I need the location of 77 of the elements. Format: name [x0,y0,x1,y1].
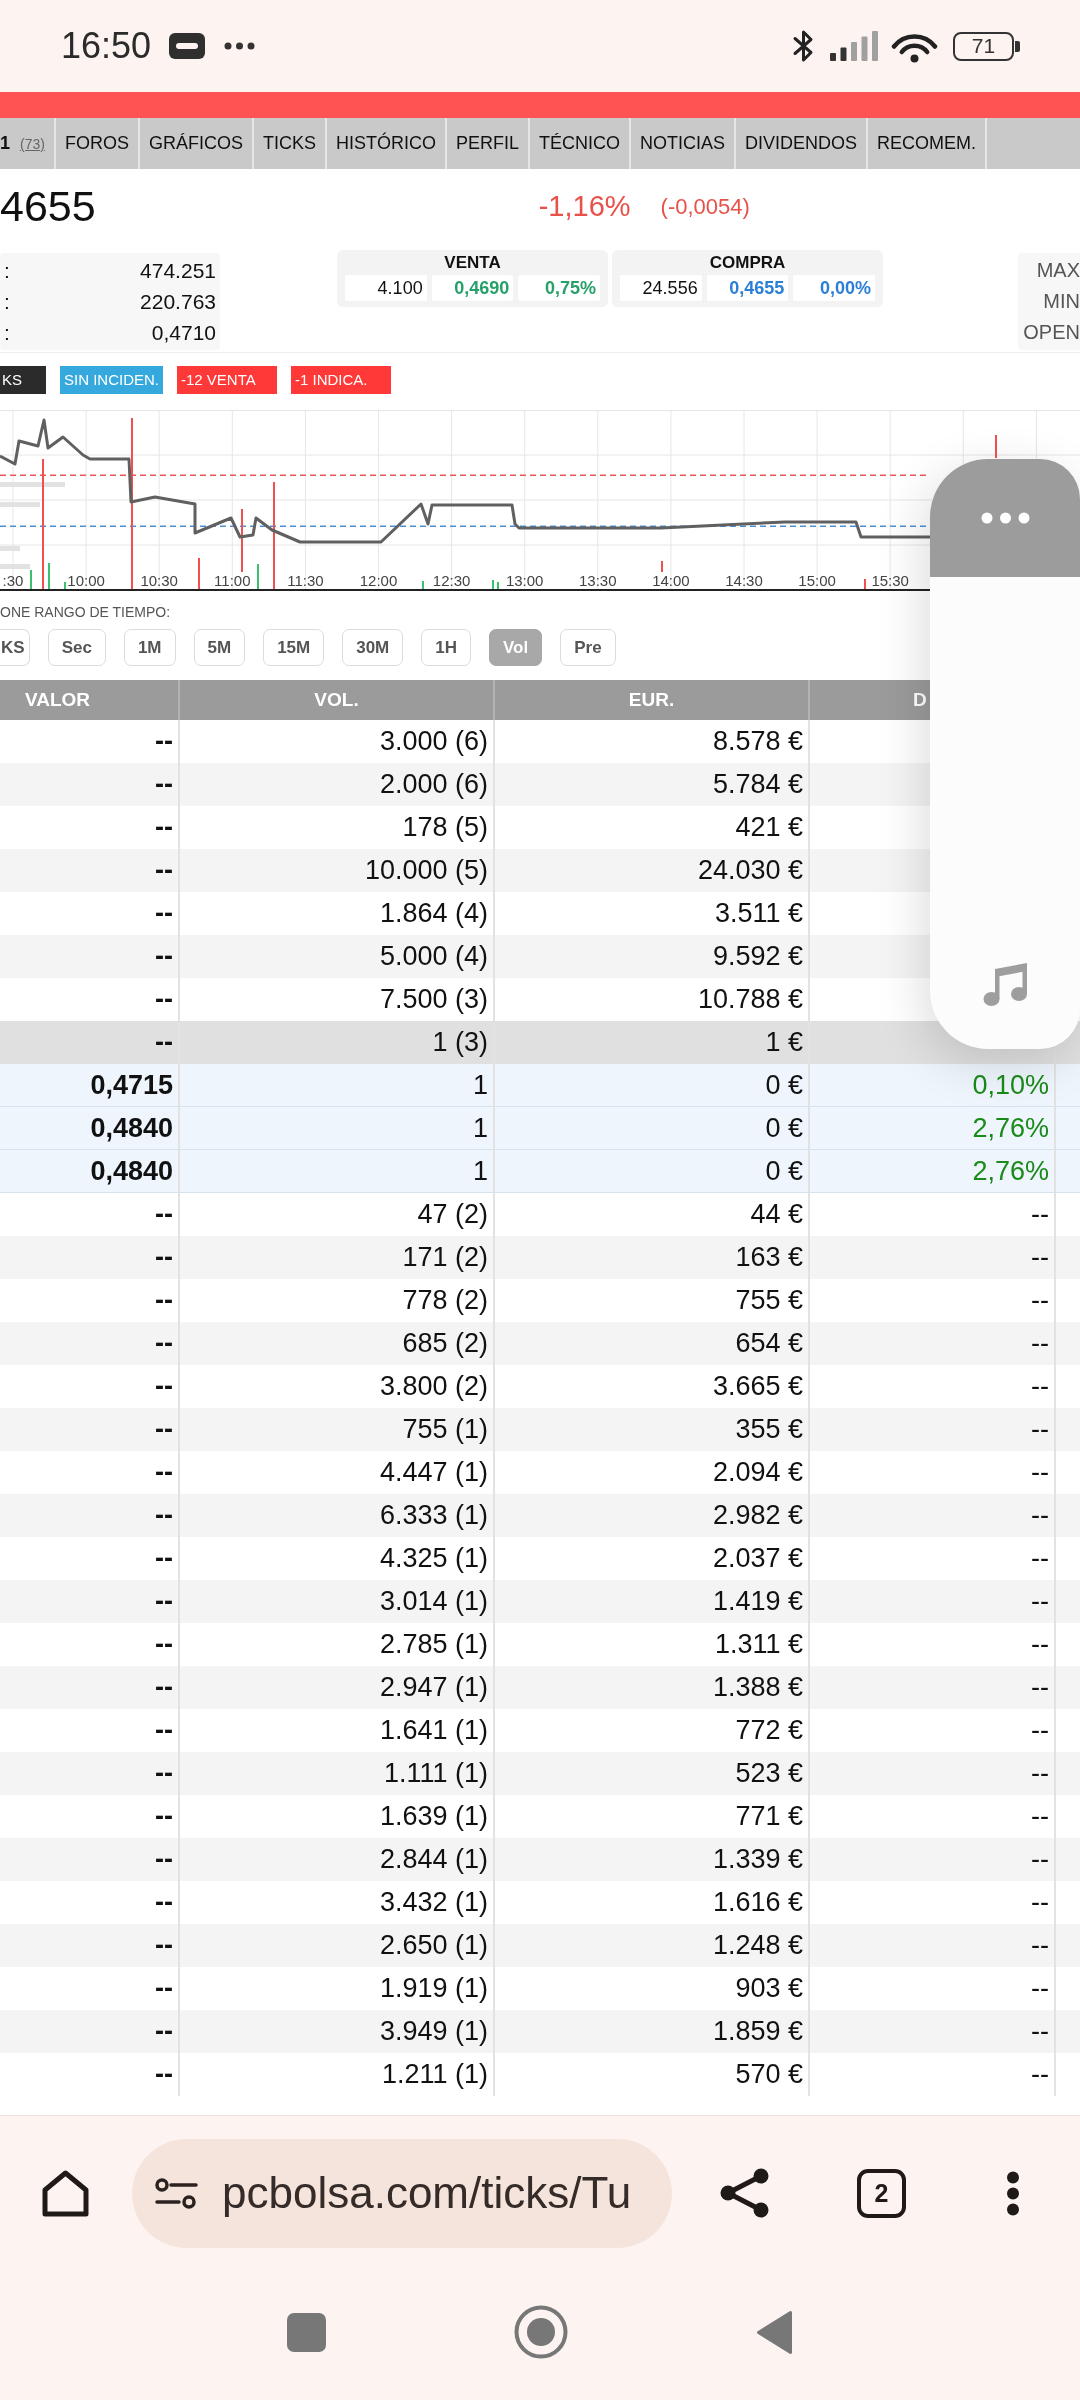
music-note-icon[interactable] [982,962,1028,1007]
clock-time: 16:50 [61,25,152,67]
status-badge: -1 INDICA. [291,366,391,394]
order-panel-title: COMPRA [708,253,787,273]
time-label: 15:30 [871,572,909,589]
battery-indicator: 71 [953,31,1020,61]
stat-label: MIN [1042,289,1080,314]
stat-value: 220.763 [140,289,216,314]
time-range-button[interactable]: 5M [193,629,246,666]
status-badge: SIN INCIDEN. [60,366,163,394]
time-range-button[interactable]: KS [0,629,30,666]
time-range-button[interactable]: Sec [47,629,106,666]
time-label: 10:30 [140,572,178,589]
tab[interactable]: NOTICIAS [631,118,737,169]
share-icon[interactable] [720,2168,770,2218]
signal-icon [830,31,878,61]
table-cell: -- [0,2053,180,2096]
stat-value: 474.251 [140,258,216,283]
tab[interactable]: DIVIDENDOS [736,118,869,169]
time-label: 12:30 [432,572,471,589]
stat-label: OPEN [1022,320,1080,345]
change-percent: -1,16% [538,190,631,223]
time-range-button[interactable]: 15M [263,629,325,666]
order-change: 0,00% [793,275,875,301]
tab[interactable]: PERFIL [447,118,530,169]
tab[interactable]: FOROS [55,118,140,169]
table-cell: 1.211 (1) [180,2053,495,2096]
table-cell: -- [810,2053,1056,2096]
stat-label: MAX [1035,258,1080,283]
stat-label: : [4,320,10,345]
count-link[interactable]: (73) [20,136,45,152]
tab[interactable]: TÉCNICO [530,118,631,169]
tab[interactable]: RECOMEM. [868,118,988,169]
order-price: 0,4655 [706,275,789,301]
time-label: 15:00 [798,572,836,589]
tab[interactable]: 1 (73) [0,118,56,169]
stat-label: : [4,289,10,314]
time-label: 13:00 [505,572,544,589]
cassette-icon [169,33,206,59]
time-label: 14:30 [725,572,763,589]
time-range-button[interactable]: 1H [421,629,471,666]
section-label: ONE RANGO DE TIEMPO: [0,603,172,621]
home-icon[interactable] [41,2169,90,2217]
last-price: 4655 [0,182,96,231]
stat-label: : [4,258,10,283]
menu-icon[interactable] [1006,2170,1020,2216]
time-label: 11:00 [214,572,251,589]
stat-value: 0,4710 [151,320,216,345]
time-label: 13:30 [579,572,617,589]
tab[interactable]: HISTÓRICO [326,118,447,169]
tab-switcher-button[interactable]: 2 [857,2168,906,2218]
status-badge: KS [0,366,46,394]
price-change: (-0,0054) [660,193,750,220]
order-quantity: 24.556 [620,275,702,301]
tune-icon[interactable] [155,2177,198,2209]
time-range-button[interactable]: 30M [342,629,404,666]
order-quantity: 4.100 [345,275,427,301]
time-range-button[interactable]: Pre [560,629,616,666]
more-icon[interactable] [980,512,1030,524]
time-label: :30 [2,572,24,589]
back-icon[interactable] [756,2309,793,2355]
table-cell: 570 € [495,2053,810,2096]
order-price: 0,4690 [431,275,514,301]
url-text: pcbolsa.com/ticks/Tu [222,2168,632,2218]
more-icon [224,42,256,50]
order-panel-title: VENTA [443,253,502,273]
status-badge: -12 VENTA [177,366,277,394]
time-range-button[interactable]: 1M [123,629,176,666]
address-bar[interactable]: pcbolsa.com/ticks/Tu [132,2138,672,2248]
order-change: 0,75% [518,275,600,301]
tab[interactable]: GRÁFICOS [139,118,254,169]
tab[interactable]: TICKS [253,118,327,169]
time-label: 14:00 [652,572,690,589]
time-label: 12:00 [359,572,398,589]
time-label: 11:30 [287,572,324,589]
time-label: 10:00 [67,572,105,589]
recents-icon[interactable] [287,2312,326,2352]
